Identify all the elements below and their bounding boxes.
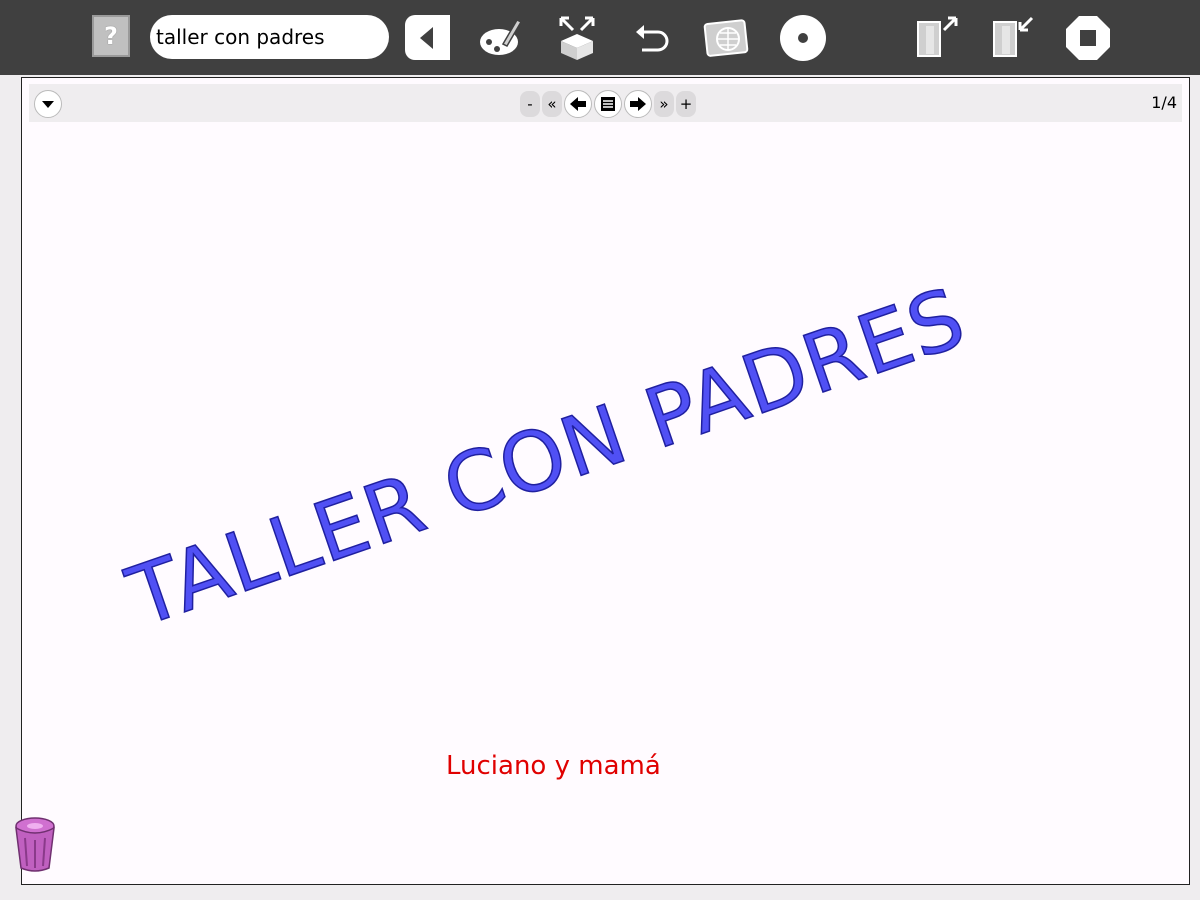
first-slide-button[interactable]: «	[542, 91, 562, 117]
stop-button[interactable]	[1064, 14, 1112, 62]
zoom-in-button[interactable]: +	[676, 91, 696, 117]
zoom-out-button[interactable]: -	[520, 91, 540, 117]
slide-list-button[interactable]	[594, 90, 622, 118]
activity-title-input[interactable]	[150, 15, 389, 59]
top-toolbar: ?	[0, 0, 1200, 75]
web-button[interactable]	[703, 14, 751, 62]
arrow-left-icon	[570, 97, 586, 111]
slide-canvas: - « » + 1/4 TALLER CON PADRES Luciano y …	[21, 77, 1190, 885]
slide-caption-text[interactable]: Luciano y mamá	[446, 751, 661, 781]
export-button[interactable]	[912, 14, 960, 62]
prev-slide-button[interactable]	[564, 90, 592, 118]
back-button[interactable]	[405, 15, 450, 60]
page-counter: 1/4	[1151, 93, 1177, 112]
arrow-right-icon	[630, 97, 646, 111]
undo-icon	[636, 25, 669, 52]
next-slide-button[interactable]	[624, 90, 652, 118]
import-button[interactable]	[988, 14, 1036, 62]
help-button[interactable]: ?	[92, 15, 130, 57]
paint-icon	[480, 19, 523, 55]
undo-button[interactable]	[628, 14, 676, 62]
trash-button[interactable]	[13, 816, 57, 874]
resize-box-icon	[559, 16, 595, 60]
export-icon	[917, 16, 958, 57]
slide-title-text[interactable]: TALLER CON PADRES	[116, 270, 977, 647]
trash-icon	[15, 817, 55, 872]
list-icon	[601, 97, 615, 111]
slide-pager: - « » +	[519, 90, 697, 118]
last-slide-button[interactable]: »	[654, 91, 674, 117]
paint-button[interactable]	[477, 14, 525, 62]
import-icon	[993, 16, 1034, 57]
record-button[interactable]	[780, 15, 826, 61]
stop-icon	[1066, 16, 1110, 60]
slide-navigation-bar: - « » + 1/4	[29, 84, 1182, 122]
chevron-down-icon	[42, 101, 54, 108]
resize-box-button[interactable]	[553, 14, 601, 62]
slide-menu-button[interactable]	[34, 90, 62, 118]
back-icon	[420, 27, 433, 49]
web-icon	[703, 19, 749, 57]
